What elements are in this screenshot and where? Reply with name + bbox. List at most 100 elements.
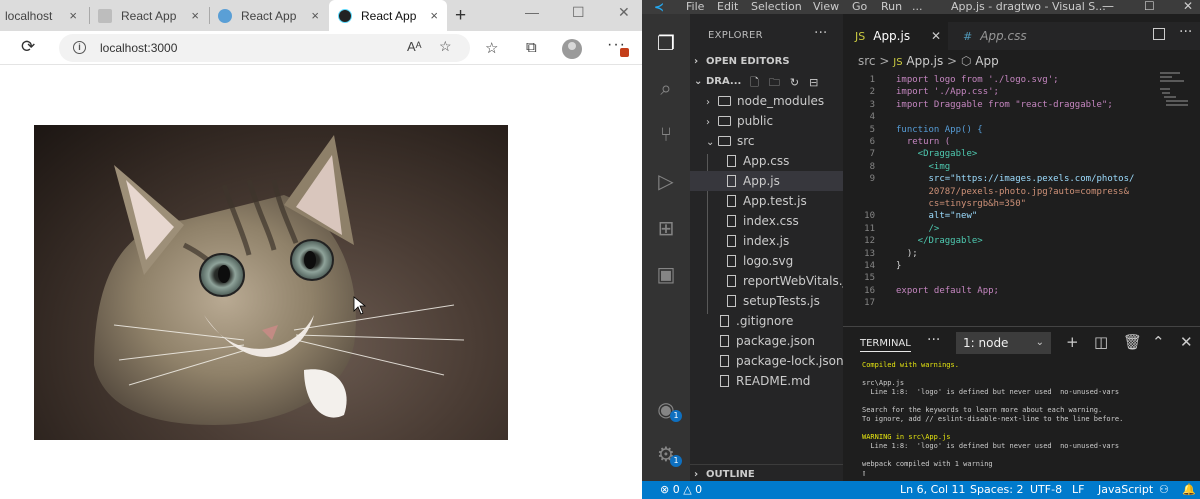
tree-item-package-json[interactable]: package.json (690, 331, 843, 351)
problems-status[interactable]: ⊗ 0 △ 0 (660, 481, 702, 499)
file-icon (720, 355, 729, 367)
url-text[interactable]: localhost:3000 (100, 41, 177, 55)
breadcrumb-symbol[interactable]: App (975, 54, 998, 68)
maximize-button[interactable]: ☐ (1144, 0, 1155, 13)
breadcrumb-file[interactable]: App.js (906, 54, 943, 68)
tab-terminal[interactable]: TERMINAL (860, 338, 911, 352)
trash-icon[interactable]: 🗑 (1123, 333, 1142, 351)
tree-item-report-web-vitals[interactable]: reportWebVitals.js (690, 271, 852, 291)
collapse-all-icon[interactable]: ⊟ (809, 76, 828, 89)
menu-view[interactable]: View (813, 0, 839, 13)
tree-item-setup-tests[interactable]: setupTests.js (690, 291, 843, 311)
run-debug-icon[interactable]: ▷ (654, 169, 678, 193)
breadcrumb-folder[interactable]: src (858, 54, 876, 68)
status-bar: ⊗ 0 △ 0 Ln 6, Col 11 Spaces: 2 UTF-8 LF … (642, 481, 1200, 499)
tab-app-js[interactable]: JS App.js ✕ (843, 22, 948, 50)
tree-item-gitignore[interactable]: .gitignore (690, 311, 843, 331)
minimize-button[interactable]: — (525, 4, 539, 20)
code-text: import Draggable from "react-draggable"; (896, 99, 1113, 110)
favorites-icon[interactable]: ☆ (485, 39, 498, 57)
browser-tab[interactable]: React App × (210, 0, 328, 31)
tree-item-node-modules[interactable]: › node_modules (690, 91, 843, 111)
profile-icon[interactable] (562, 39, 582, 59)
indentation-status[interactable]: Spaces: 2 (970, 481, 1023, 499)
bell-icon[interactable]: 🔔 (1182, 481, 1196, 499)
new-tab-button[interactable]: + (455, 5, 466, 27)
tab-close-icon[interactable]: × (311, 8, 319, 23)
address-bar[interactable]: i localhost:3000 Aᴬ ☆ (59, 34, 470, 62)
react-favicon-icon (338, 8, 352, 23)
explorer-more-icon[interactable]: ··· (814, 25, 827, 41)
tab-close-icon[interactable]: ✕ (931, 22, 941, 50)
cat-photo[interactable] (34, 125, 508, 440)
split-editor-icon[interactable] (1153, 28, 1165, 40)
project-section[interactable]: ⌄ DRA... (694, 76, 741, 87)
close-window-button[interactable]: ✕ (1183, 0, 1193, 13)
browser-tab[interactable]: localhost × (0, 0, 86, 31)
minimize-button[interactable]: — (1102, 0, 1114, 13)
code-text: <Draggable> (896, 149, 978, 160)
code-text: </Draggable> (896, 236, 983, 247)
tree-item-app-js[interactable]: App.js (690, 171, 843, 191)
collections-icon[interactable]: ⧉ (526, 39, 537, 56)
tab-close-icon[interactable]: × (69, 8, 77, 23)
tree-item-index-css[interactable]: index.css (690, 211, 843, 231)
refresh-explorer-icon[interactable]: ↻ (790, 76, 809, 89)
language-status[interactable]: JavaScript (1098, 481, 1153, 499)
cursor-position[interactable]: Ln 6, Col 11 (900, 481, 966, 499)
minimap[interactable] (1160, 72, 1188, 132)
maximize-button[interactable]: ☐ (572, 4, 585, 21)
line-number: 8 (869, 161, 875, 172)
tree-item-app-css[interactable]: App.css (690, 151, 843, 171)
terminal-select[interactable]: 1: node ⌄ (956, 332, 1051, 354)
editor-more-icon[interactable]: ··· (1179, 24, 1192, 40)
browser-tab-active[interactable]: React App × (329, 0, 447, 31)
open-editors-section[interactable]: › OPEN EDITORS (694, 56, 790, 67)
code-text: export default App; (896, 285, 999, 296)
remote-explorer-icon[interactable]: ▣ (654, 262, 678, 286)
tab-app-css[interactable]: # App.css (949, 22, 1049, 50)
file-icon (727, 215, 736, 227)
explorer-icon[interactable]: ❐ (654, 31, 678, 55)
menu-go[interactable]: Go (852, 0, 867, 13)
terminal-line: Line 1:8: 'logo' is defined but never us… (862, 388, 1120, 396)
tab-close-icon[interactable]: × (430, 8, 438, 23)
add-favorite-icon[interactable]: ☆ (439, 38, 452, 55)
maximize-panel-icon[interactable]: ⌃ (1152, 333, 1165, 351)
new-file-icon[interactable]: 🗋 (750, 76, 769, 89)
new-folder-icon[interactable]: 🗀 (769, 76, 790, 89)
split-terminal-icon[interactable]: ◫ (1094, 333, 1108, 351)
tree-item-public[interactable]: › public (690, 111, 843, 131)
new-terminal-icon[interactable]: + (1066, 333, 1079, 351)
read-aloud-icon[interactable]: Aᴬ (407, 39, 422, 54)
code-text: alt="new" (896, 211, 978, 222)
tree-item-index-js[interactable]: index.js (690, 231, 843, 251)
react-favicon-icon (218, 8, 232, 23)
tab-close-icon[interactable]: × (191, 8, 199, 23)
tree-item-package-lock[interactable]: package-lock.json (690, 351, 844, 371)
refresh-icon[interactable]: ⟳ (21, 37, 35, 57)
search-icon[interactable]: ⌕ (654, 76, 678, 100)
close-window-button[interactable]: ✕ (618, 4, 630, 21)
encoding-status[interactable]: UTF-8 (1030, 481, 1062, 499)
tab-label: App.css (980, 29, 1027, 43)
tree-item-src[interactable]: ⌄ src (690, 131, 843, 151)
menu-file[interactable]: File (686, 0, 704, 13)
menu-more[interactable]: ... (912, 0, 923, 13)
eol-status[interactable]: LF (1072, 481, 1084, 499)
feedback-icon[interactable]: ⚇ (1159, 481, 1169, 499)
info-icon[interactable]: i (73, 41, 86, 54)
close-panel-icon[interactable]: ✕ (1180, 333, 1193, 351)
file-icon (727, 295, 736, 307)
source-control-icon[interactable]: ⑂ (654, 122, 678, 146)
browser-tab[interactable]: React App × (90, 0, 208, 31)
tree-item-logo-svg[interactable]: logo.svg (690, 251, 843, 271)
tree-item-app-test-js[interactable]: App.test.js (690, 191, 843, 211)
menu-edit[interactable]: Edit (717, 0, 738, 13)
tree-item-readme[interactable]: README.md (690, 371, 843, 391)
panel-more-icon[interactable]: ··· (927, 332, 940, 348)
line-number: 10 (864, 211, 875, 222)
extensions-icon[interactable]: ⊞ (654, 216, 678, 240)
menu-run[interactable]: Run (881, 0, 902, 13)
menu-selection[interactable]: Selection (751, 0, 802, 13)
